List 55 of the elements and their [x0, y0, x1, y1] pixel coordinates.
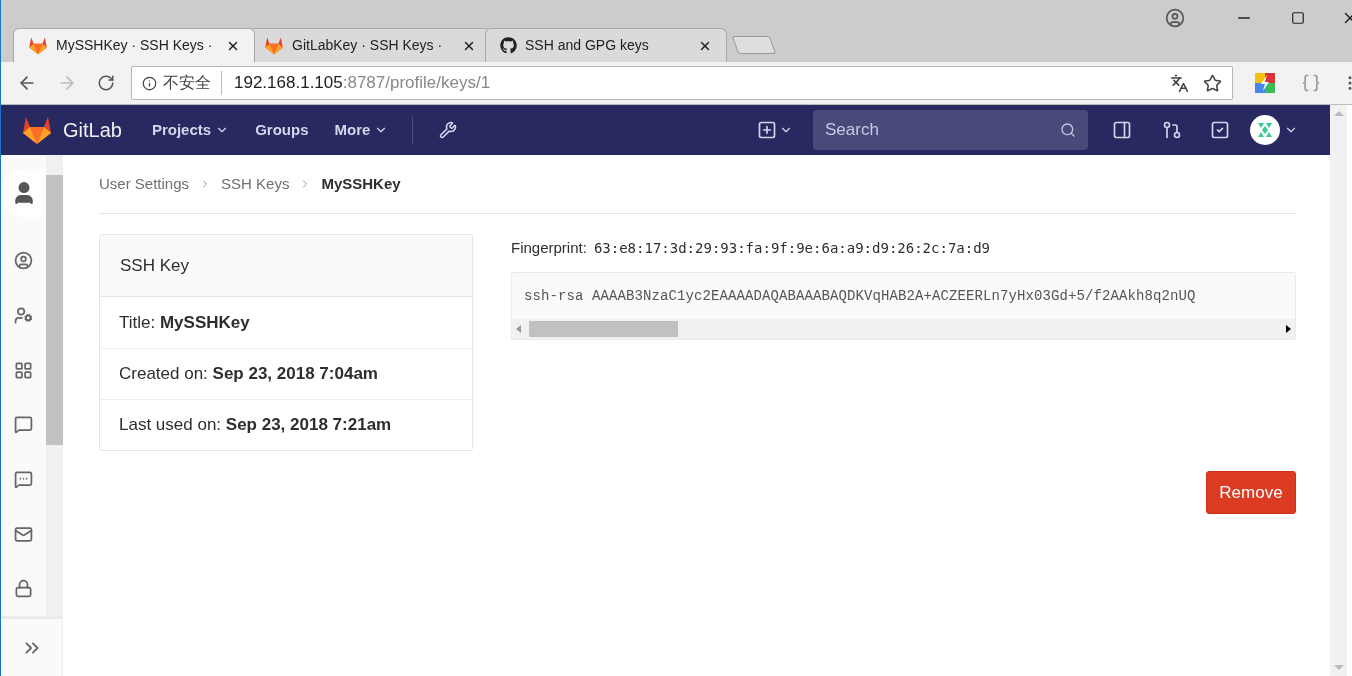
breadcrumb-link[interactable]: User Settings [99, 172, 190, 196]
security-label: 不安全 [163, 71, 222, 95]
messages-icon [14, 470, 33, 489]
browser-tab[interactable]: MySSHKey · SSH Keys · [13, 28, 255, 62]
translate-icon[interactable] [1170, 73, 1189, 93]
bookmark-star-icon[interactable] [1203, 73, 1222, 93]
reload-icon[interactable] [97, 74, 115, 92]
breadcrumb-link[interactable]: SSH Keys [221, 172, 290, 196]
breadcrumb-link[interactable]: MySSHKey [321, 172, 401, 196]
key-detail: Created on: Sep 23, 2018 7:04am [119, 363, 378, 386]
plus-icon [757, 120, 777, 140]
fox-logo-icon [28, 36, 48, 55]
info-icon [142, 75, 157, 91]
nav-link[interactable]: Projects [151, 118, 230, 142]
url-host: 192.168.1.105 [234, 72, 343, 95]
extension-icon[interactable] [1255, 73, 1275, 93]
nav-link[interactable]: More [334, 118, 389, 142]
url-path: :8787/profile/keys/1 [342, 72, 491, 95]
tab-title: MySSHKey · SSH Keys · [56, 36, 214, 55]
sidebar-scrollbar[interactable] [46, 155, 63, 616]
browser-tab[interactable]: SSH and GPG keys [485, 28, 727, 62]
sidebar-item[interactable] [1, 169, 46, 217]
fingerprint-label: Fingerprint: [511, 237, 587, 258]
card-header: SSH Key [100, 235, 472, 297]
public-key: ssh-rsa AAAAB3NzaC1yc2EAAAADAQABAAABAQDKVqHAB2A+ACZEERLn7yHx03Gd+5/f2AAkh8q2nUQ [524, 285, 1196, 307]
fox-logo-icon [21, 115, 53, 145]
avatar-icon [1250, 115, 1280, 145]
chat-icon [14, 415, 33, 435]
user-settings-icon [14, 306, 33, 326]
account-icon [14, 251, 33, 271]
todo-check-icon[interactable] [1210, 120, 1230, 140]
nav-link[interactable]: Groups [255, 118, 309, 142]
remove-button[interactable]: Remove [1206, 471, 1296, 514]
search-icon [1060, 122, 1076, 138]
tab-title: SSH and GPG keys [525, 36, 650, 55]
braces-extension-icon[interactable] [1301, 73, 1321, 93]
brand-name[interactable]: GitLab [63, 115, 122, 145]
search-field[interactable]: Search [813, 110, 1088, 150]
merge-request-icon[interactable] [1162, 120, 1182, 140]
key-detail: Title: MySSHKey [119, 311, 250, 334]
tab-title: GitLabKey · SSH Keys · [292, 36, 444, 55]
address-bar[interactable]: 不安全 192.168.1.105:8787/profile/keys/1 [131, 66, 1233, 100]
applications-icon [14, 360, 33, 380]
new-item-button[interactable] [757, 120, 793, 140]
key-detail: Last used on: Sep 23, 2018 7:21am [119, 414, 392, 437]
profile-icon[interactable] [1165, 8, 1185, 28]
horizontal-scrollbar[interactable] [512, 319, 1295, 339]
avatar-menu[interactable] [1250, 115, 1298, 145]
wrench-icon[interactable] [439, 121, 458, 139]
fingerprint-value: 63:e8:17:3d:29:93:fa:9f:9e:6a:a9:d9:26:2c:7a:d9 [593, 238, 991, 258]
lock-icon [14, 579, 33, 599]
maximize-icon[interactable] [1291, 11, 1305, 25]
fox-logo-icon [264, 36, 284, 55]
mail-icon [14, 524, 33, 544]
github-cat-icon [500, 37, 517, 54]
